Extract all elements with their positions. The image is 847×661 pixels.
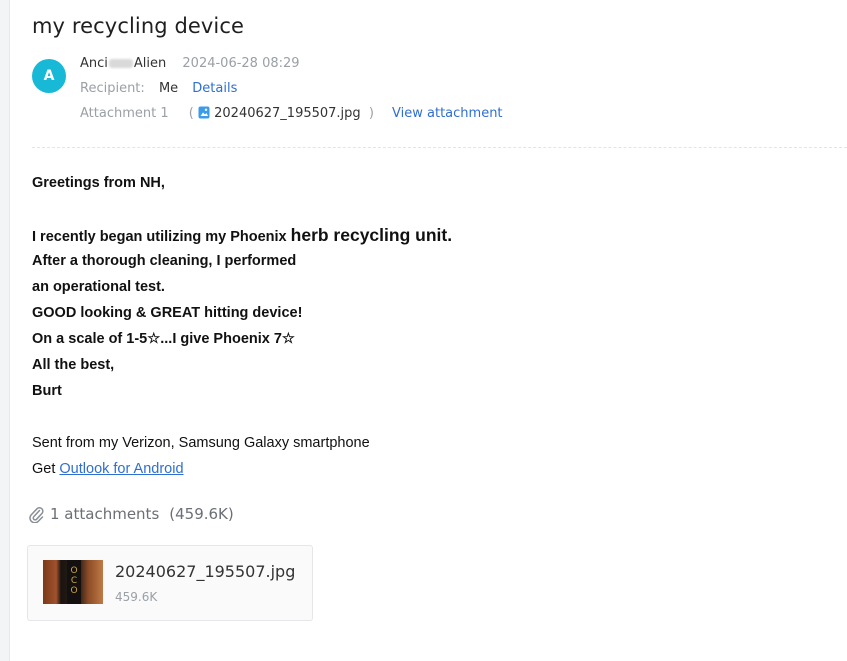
sender-name-part1: Anci xyxy=(80,56,108,71)
attachment-label: Attachment 1 xyxy=(80,106,169,121)
sender-name-part2: Alien xyxy=(133,56,167,71)
body-line-3: an operational test. xyxy=(32,279,165,295)
sender-avatar[interactable]: A xyxy=(32,59,66,93)
paperclip-icon xyxy=(29,507,44,523)
attachment-row: Attachment 1 ( 20240627_195507.jpg ) Vie… xyxy=(80,106,503,121)
body-line-7: Burt xyxy=(32,383,62,399)
recipient-value: Me xyxy=(158,81,179,96)
recipient-row: Recipient: Me Details xyxy=(80,81,237,96)
body-line-1-part-b: herb recycling unit. xyxy=(290,225,453,245)
attachment-thumbnail[interactable]: OCO xyxy=(43,560,103,604)
body-get-line: Get Outlook for Android xyxy=(32,456,452,482)
attachment-open-paren: ( xyxy=(188,106,194,121)
body-sent-from: Sent from my Verizon, Samsung Galaxy sma… xyxy=(32,435,370,451)
body-line-1-part-a: I recently began utilizing my Phoenix xyxy=(32,229,291,245)
attachments-summary: 1 attachments (459.6K) xyxy=(28,505,234,523)
attachment-card-size: 459.6K xyxy=(115,590,158,604)
thumbnail-device-mark: OCO xyxy=(70,566,78,596)
attachment-close-paren: ) xyxy=(368,106,374,121)
attachments-total-size: (459.6K) xyxy=(169,505,234,523)
body-spacer xyxy=(32,196,452,222)
body-spacer xyxy=(32,404,452,430)
recipient-label: Recipient: xyxy=(80,81,145,96)
sender-row: Anci Alien 2024-06-28 08:29 xyxy=(80,56,300,71)
sent-date: 2024-06-28 08:29 xyxy=(182,56,300,71)
body-line-5: On a scale of 1-5☆...I give Phoenix 7☆ xyxy=(32,331,295,347)
attachment-card-name[interactable]: 20240627_195507.jpg xyxy=(115,562,295,581)
sender-name[interactable]: Anci Alien xyxy=(80,56,166,71)
body-line-6: All the best, xyxy=(32,357,115,373)
view-attachment-link[interactable]: View attachment xyxy=(392,106,503,121)
image-file-icon xyxy=(198,106,210,119)
email-subject: my recycling device xyxy=(32,14,245,38)
details-link[interactable]: Details xyxy=(192,81,237,96)
attachment-file-name[interactable]: 20240627_195507.jpg xyxy=(214,106,361,121)
body-line-1: I recently began utilizing my Phoenix he… xyxy=(32,222,452,248)
attachment-card[interactable]: OCO 20240627_195507.jpg 459.6K xyxy=(27,545,313,621)
body-greeting: Greetings from NH, xyxy=(32,175,165,191)
body-get-prefix: Get xyxy=(32,461,60,477)
header-divider xyxy=(32,147,847,148)
attachments-count: 1 attachments xyxy=(50,505,160,523)
left-panel-edge xyxy=(0,0,10,661)
body-line-2: After a thorough cleaning, I performed xyxy=(32,253,297,269)
redacted-block xyxy=(108,59,133,68)
email-body: Greetings from NH, I recently began util… xyxy=(32,170,452,482)
body-line-4: GOOD looking & GREAT hitting device! xyxy=(32,305,303,321)
outlook-for-android-link[interactable]: Outlook for Android xyxy=(59,461,183,477)
